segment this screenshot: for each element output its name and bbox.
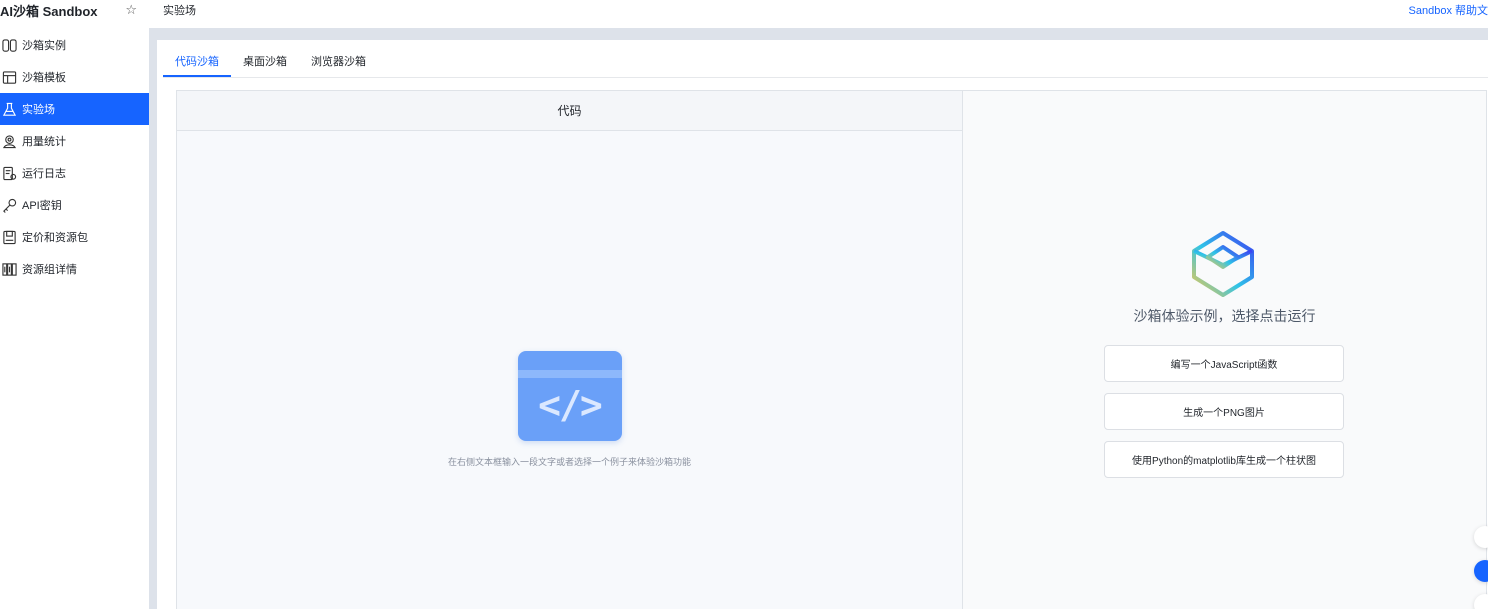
- example-matplotlib-button[interactable]: 使用Python的matplotlib库生成一个柱状图: [1104, 441, 1344, 478]
- code-icon: </>: [517, 351, 622, 441]
- sidebar-item-instances[interactable]: 沙箱实例: [0, 29, 149, 61]
- flask-icon: [0, 93, 18, 125]
- example-png-button[interactable]: 生成一个PNG图片: [1104, 393, 1344, 430]
- sidebar-item-label: 用量统计: [22, 136, 66, 148]
- examples-panel: 沙箱体验示例，选择点击运行 编写一个JavaScript函数 生成一个PNG图片…: [963, 90, 1487, 609]
- app-title: AI沙箱 Sandbox: [0, 3, 98, 19]
- template-icon: [0, 61, 18, 93]
- sidebar-item-label: 定价和资源包: [22, 232, 88, 244]
- code-empty-state: </> 在右侧文本框输入一段文字或者选择一个例子来体验沙箱功能: [177, 351, 962, 468]
- sidebar-item-label: 沙箱模板: [22, 72, 66, 84]
- breadcrumb: 实验场: [163, 5, 196, 17]
- star-icon[interactable]: ☆: [125, 2, 137, 18]
- sidebar-item-playground[interactable]: 实验场: [0, 93, 149, 125]
- sidebar-item-label: 实验场: [22, 104, 55, 116]
- sidebar-item-label: API密钥: [22, 200, 62, 212]
- sidebar-item-usage[interactable]: 用量统计: [0, 125, 149, 157]
- sidebar-nav: 沙箱实例 沙箱模板 实验场 用量统计 运行日志 API密钥 定价和资源包 资源组…: [0, 29, 149, 285]
- sidebar-item-pricing[interactable]: 定价和资源包: [0, 221, 149, 253]
- sidebar-item-templates[interactable]: 沙箱模板: [0, 61, 149, 93]
- tab-desktop-sandbox[interactable]: 桌面沙箱: [231, 44, 299, 77]
- code-panel-title: 代码: [177, 91, 962, 131]
- sidebar: AI沙箱 Sandbox ☆ 沙箱实例 沙箱模板 实验场 用量统计 运行日志 A…: [0, 0, 149, 609]
- log-icon: [0, 157, 18, 189]
- help-link[interactable]: Sandbox 帮助文: [1409, 2, 1488, 18]
- code-panel: 代码 </> 在右侧文本框输入一段文字或者选择一个例子来体验沙箱功能: [176, 90, 963, 609]
- code-hint: 在右侧文本框输入一段文字或者选择一个例子来体验沙箱功能: [447, 457, 691, 467]
- sidebar-item-api-keys[interactable]: API密钥: [0, 189, 149, 221]
- key-icon: [0, 189, 18, 221]
- example-javascript-button[interactable]: 编写一个JavaScript函数: [1104, 345, 1344, 382]
- sidebar-item-resource-group[interactable]: 资源组详情: [0, 253, 149, 285]
- sidebar-item-logs[interactable]: 运行日志: [0, 157, 149, 189]
- brand-header: AI沙箱 Sandbox ☆: [0, 0, 149, 20]
- usage-icon: [0, 125, 18, 157]
- tab-browser-sandbox[interactable]: 浏览器沙箱: [299, 44, 378, 77]
- code-glyph: </>: [538, 383, 603, 427]
- resource-group-icon: [0, 253, 18, 285]
- sidebar-item-label: 资源组详情: [22, 264, 77, 276]
- sidebar-item-label: 运行日志: [22, 168, 66, 180]
- pricing-icon: [0, 221, 18, 253]
- instances-icon: [0, 29, 18, 61]
- sandbox-cube-logo: [1192, 231, 1254, 297]
- tab-code-sandbox[interactable]: 代码沙箱: [163, 44, 231, 77]
- sidebar-item-label: 沙箱实例: [22, 40, 66, 52]
- examples-title: 沙箱体验示例，选择点击运行: [1133, 308, 1316, 324]
- tab-divider: [163, 77, 1488, 78]
- top-bar: 实验场 Sandbox 帮助文: [149, 0, 1488, 28]
- tab-bar: 代码沙箱 桌面沙箱 浏览器沙箱: [163, 44, 378, 77]
